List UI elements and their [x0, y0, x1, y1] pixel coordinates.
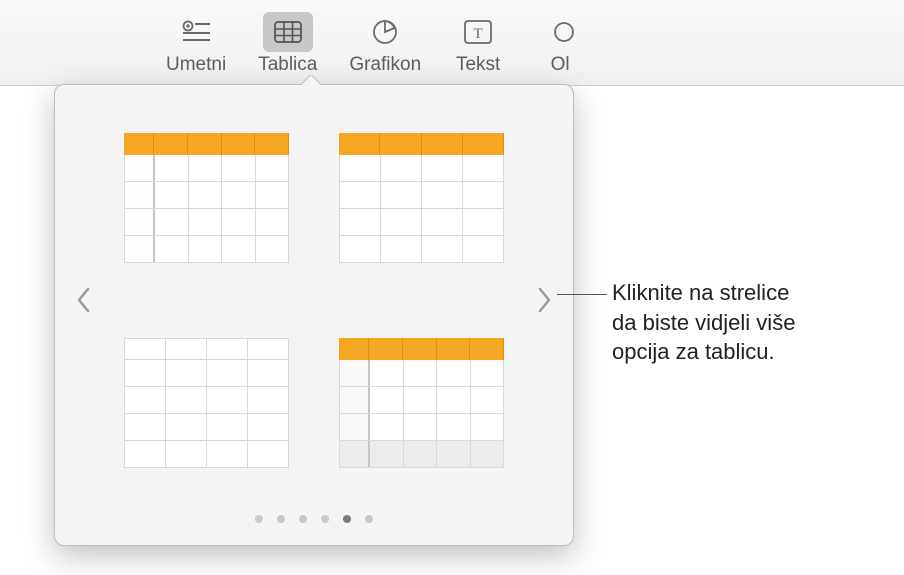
- table-style-option-2[interactable]: [334, 115, 509, 280]
- page-dot[interactable]: [255, 515, 263, 523]
- toolbar-item-table[interactable]: Tablica: [258, 12, 317, 76]
- previous-page-button[interactable]: [65, 260, 101, 340]
- callout-line-2: da biste vidjeli više: [612, 310, 795, 335]
- toolbar-item-text[interactable]: T Tekst: [453, 12, 503, 76]
- next-page-button[interactable]: [527, 260, 563, 340]
- page-dot[interactable]: [277, 515, 285, 523]
- table-icon: [263, 12, 313, 52]
- chart-icon: [360, 12, 410, 52]
- page-dot[interactable]: [365, 515, 373, 523]
- text-icon: T: [453, 12, 503, 52]
- page-dot[interactable]: [321, 515, 329, 523]
- callout-leader-line: [557, 294, 607, 295]
- toolbar-label: Grafikon: [349, 54, 421, 76]
- toolbar-label: Umetni: [166, 54, 226, 76]
- toolbar-item-insert[interactable]: Umetni: [166, 12, 226, 76]
- table-style-option-1[interactable]: [119, 115, 294, 280]
- table-style-option-4[interactable]: [334, 320, 509, 485]
- page-indicator: [55, 515, 573, 545]
- toolbar-label: Tekst: [456, 54, 500, 76]
- table-style-option-3[interactable]: [119, 320, 294, 485]
- toolbar-item-chart[interactable]: Grafikon: [349, 12, 421, 76]
- popover-arrow: [301, 75, 321, 85]
- page-dot-active[interactable]: [343, 515, 351, 523]
- callout-line-1: Kliknite na strelice: [612, 280, 789, 305]
- toolbar-item-shape[interactable]: Ol: [535, 12, 585, 76]
- table-styles-grid: [101, 85, 527, 515]
- toolbar-label: Tablica: [258, 54, 317, 76]
- toolbar-label: Ol: [551, 54, 570, 76]
- shape-icon: [535, 12, 585, 52]
- insert-icon: [171, 12, 221, 52]
- page-dot[interactable]: [299, 515, 307, 523]
- callout-line-3: opcija za tablicu.: [612, 339, 775, 364]
- callout-text: Kliknite na strelice da biste vidjeli vi…: [612, 278, 795, 367]
- svg-text:T: T: [474, 26, 483, 42]
- table-styles-popover: [54, 84, 574, 546]
- toolbar: Umetni Tablica Grafikon T: [0, 0, 904, 86]
